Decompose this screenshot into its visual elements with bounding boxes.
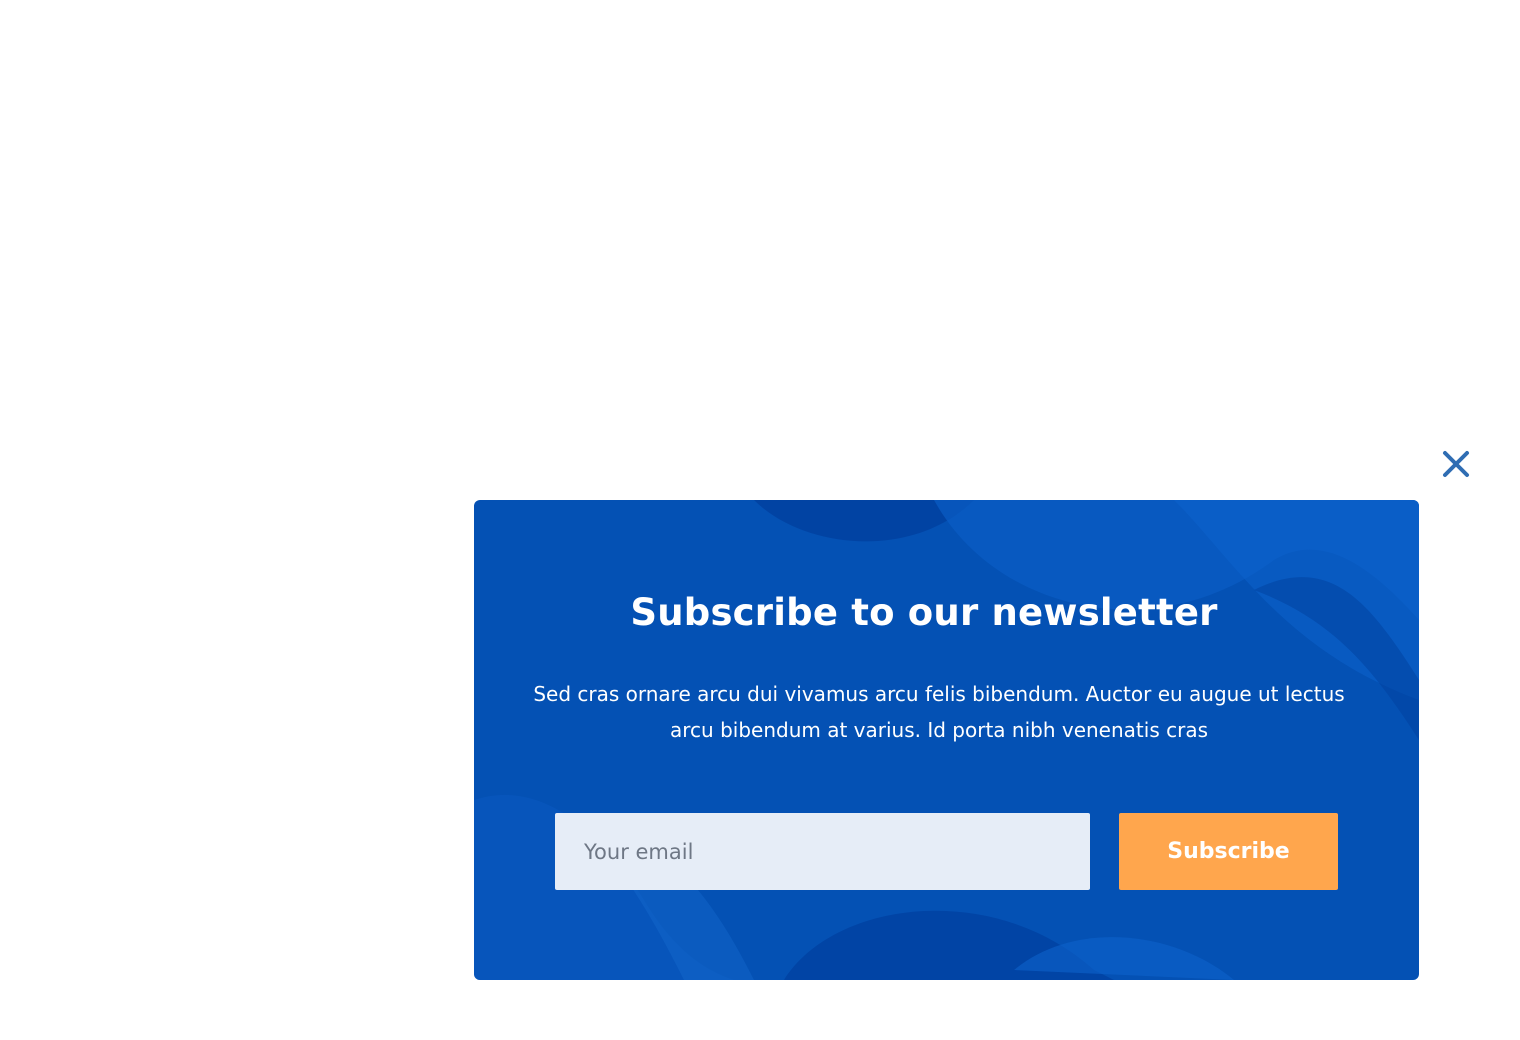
- page: Subscribe to our newsletter Sed cras orn…: [0, 0, 1520, 1040]
- close-button[interactable]: [1438, 446, 1474, 482]
- newsletter-description: Sed cras ornare arcu dui vivamus arcu fe…: [533, 682, 1345, 742]
- close-icon: [1443, 451, 1469, 477]
- email-input[interactable]: [555, 813, 1090, 890]
- newsletter-card: Subscribe to our newsletter Sed cras orn…: [474, 500, 1419, 980]
- subscribe-button[interactable]: Subscribe: [1119, 813, 1338, 890]
- newsletter-title: Subscribe to our newsletter: [630, 591, 1218, 634]
